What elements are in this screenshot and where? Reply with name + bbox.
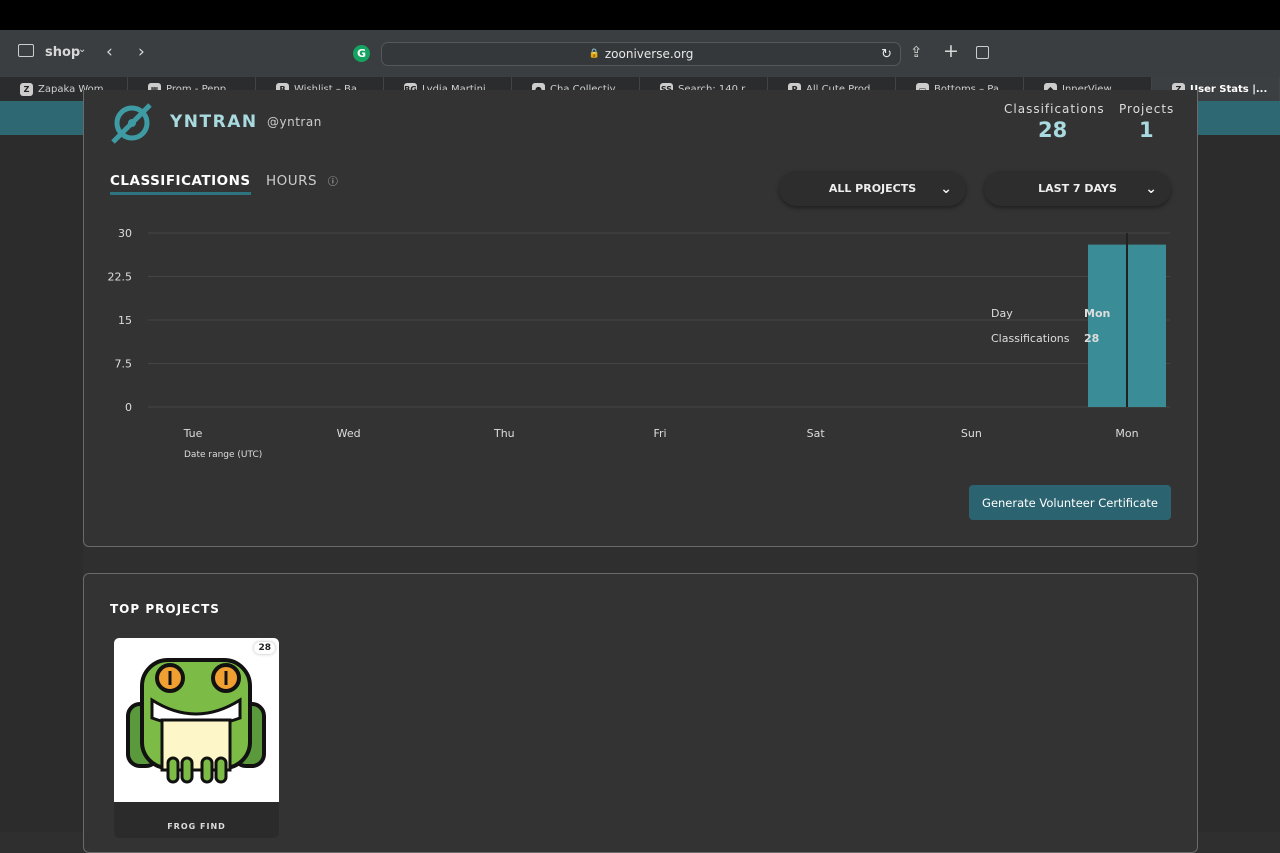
x-tick-label: Thu <box>493 427 515 440</box>
project-count-badge: 28 <box>254 642 275 654</box>
x-tick-label: Wed <box>337 427 361 440</box>
y-tick-label: 15 <box>118 314 132 327</box>
y-tick-label: 30 <box>118 227 132 240</box>
top-projects-title: TOP PROJECTS <box>110 602 220 616</box>
x-tick-label: Sun <box>961 427 982 440</box>
y-tick-label: 22.5 <box>108 271 133 284</box>
project-name: FROG FIND <box>167 822 226 831</box>
x-tick-label: Mon <box>1115 427 1138 440</box>
top-projects-card: TOP PROJECTS 28 FROG FIND <box>83 573 1198 853</box>
generate-certificate-button[interactable]: Generate Volunteer Certificate <box>969 485 1171 520</box>
y-tick-label: 7.5 <box>115 358 133 371</box>
x-tick-label: Tue <box>183 427 203 440</box>
x-tick-label: Sat <box>807 427 826 440</box>
classifications-chart: 0 7.5 15 22.5 30 Tue Wed Thu Fri Sat Sun Mon Date ra… <box>108 227 1170 460</box>
tooltip-count: 28 <box>1084 332 1100 345</box>
x-tick-label: Fri <box>653 427 666 440</box>
x-axis-label: Date range (UTC) <box>184 450 262 460</box>
frog-icon <box>126 658 266 784</box>
tooltip-day-label: Day <box>991 307 1013 320</box>
project-card-frog-find[interactable]: 28 FROG FIND <box>114 638 279 838</box>
chart-tooltip: Day Mon Classifications 28 <box>991 301 1110 351</box>
tooltip-day: Mon <box>1084 307 1111 320</box>
project-image: 28 <box>114 638 279 802</box>
y-tick-label: 0 <box>125 401 132 414</box>
tooltip-count-label: Classifications <box>991 332 1070 345</box>
